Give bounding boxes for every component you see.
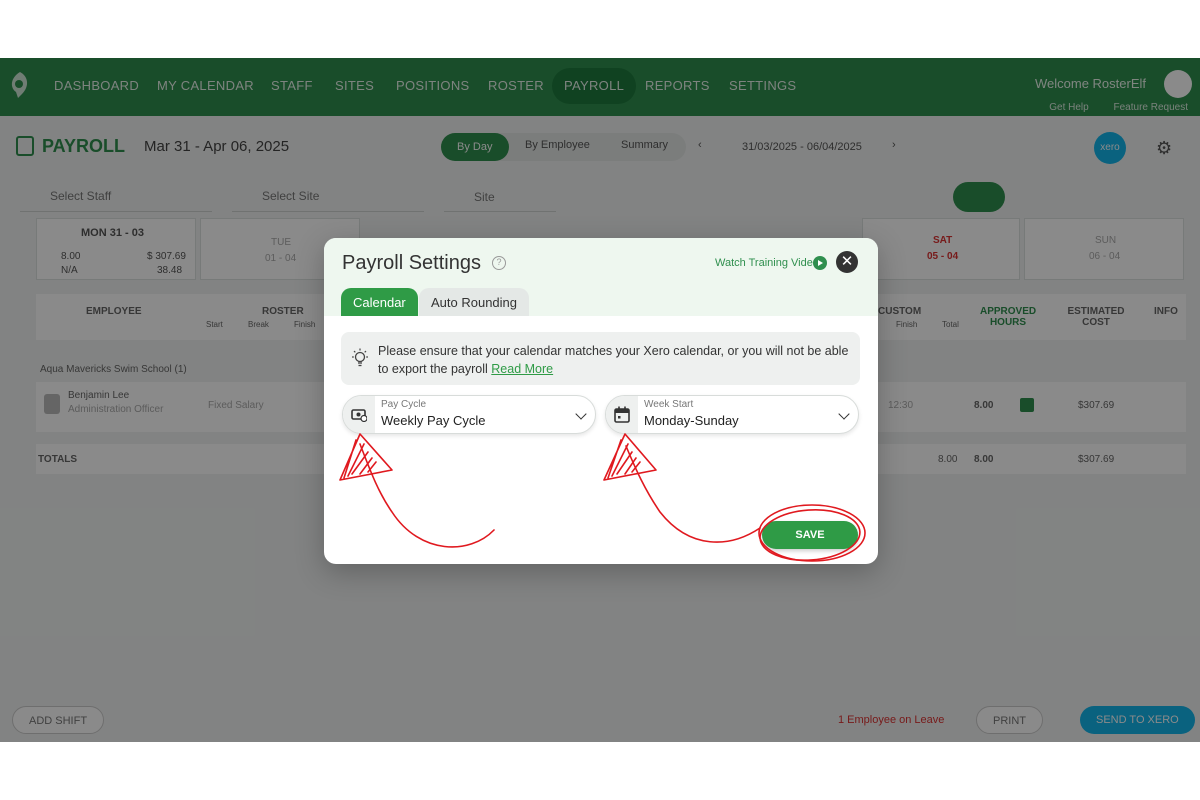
help-icon[interactable]: ? xyxy=(492,256,506,270)
read-more-link[interactable]: Read More xyxy=(491,362,553,376)
modal-title: Payroll Settings xyxy=(342,252,481,274)
week-start-select[interactable]: Week Start Monday-Sunday xyxy=(605,395,859,434)
pay-cycle-icon-area xyxy=(343,396,375,433)
notice-text: Please ensure that your calendar matches… xyxy=(378,342,858,378)
payroll-settings-modal: Payroll Settings ? Watch Training Video … xyxy=(324,238,878,564)
calendar-notice: Please ensure that your calendar matches… xyxy=(341,332,860,385)
chevron-down-icon xyxy=(575,408,587,420)
chevron-down-icon xyxy=(838,408,850,420)
lightbulb-icon xyxy=(352,348,368,367)
calendar-icon xyxy=(614,406,630,423)
week-start-value: Monday-Sunday xyxy=(644,413,739,428)
money-cycle-icon xyxy=(351,409,367,422)
notice-message: Please ensure that your calendar matches… xyxy=(378,344,849,376)
pay-cycle-select[interactable]: Pay Cycle Weekly Pay Cycle xyxy=(342,395,596,434)
watch-training-video-link[interactable]: Watch Training Video xyxy=(715,257,819,269)
play-icon[interactable] xyxy=(813,256,827,270)
week-start-icon-area xyxy=(606,396,638,433)
pay-cycle-value: Weekly Pay Cycle xyxy=(381,413,486,428)
pay-cycle-label: Pay Cycle xyxy=(381,399,427,410)
tab-calendar[interactable]: Calendar xyxy=(341,288,418,316)
close-button[interactable]: ✕ xyxy=(836,251,858,273)
tab-auto-rounding[interactable]: Auto Rounding xyxy=(419,288,530,316)
week-start-label: Week Start xyxy=(644,399,694,410)
save-button[interactable]: SAVE xyxy=(762,521,858,549)
